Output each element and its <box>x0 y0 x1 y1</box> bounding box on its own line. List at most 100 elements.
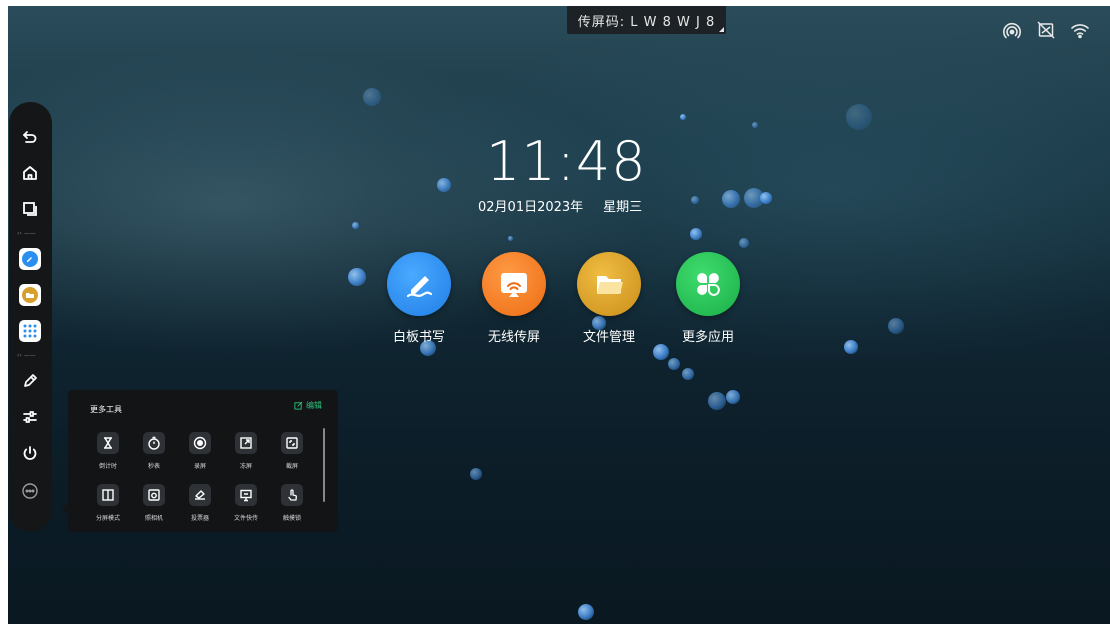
record-icon <box>193 436 207 450</box>
tool-freeze-screen-label: 冻屏 <box>239 463 252 470</box>
panel-scrollbar[interactable] <box>323 428 325 502</box>
app-file-manager-label: 文件管理 <box>582 330 635 345</box>
bokeh-decoration <box>352 222 359 229</box>
tool-split-screen-label: 分屏模式 <box>95 515 120 522</box>
app-more-apps-label: 更多应用 <box>681 330 734 345</box>
tool-vote-label: 投票器 <box>190 515 209 522</box>
edit-label: 编辑 <box>306 401 322 410</box>
multitask-button[interactable] <box>19 198 41 220</box>
bokeh-decoration <box>508 236 513 241</box>
bokeh-decoration <box>682 368 694 380</box>
clock-time: 11:48 <box>486 130 647 193</box>
bokeh-decoration <box>668 358 680 370</box>
tool-vote[interactable]: 投票器 <box>178 484 222 522</box>
folder-icon <box>577 252 641 316</box>
clock-date: 02月01日2023年 <box>478 200 584 215</box>
more-tools-icon <box>22 483 38 499</box>
pen-annotate-button[interactable] <box>19 370 41 392</box>
home-screen: 传屏码: L W 8 W J 8 11:48 02月01日2023年 星期三 白… <box>8 6 1110 624</box>
apps-grid-icon <box>23 324 37 338</box>
bokeh-decoration <box>844 340 858 354</box>
tool-record-screen[interactable]: 录屏 <box>178 432 222 470</box>
app-file-manager[interactable]: 文件管理 <box>569 252 649 345</box>
settings-sliders-icon <box>23 411 37 423</box>
home-icon <box>23 166 37 180</box>
tool-record-screen-label: 录屏 <box>193 463 206 470</box>
sidebar-whiteboard-app[interactable] <box>19 248 41 270</box>
bokeh-decoration <box>726 390 740 404</box>
screen-share-off-icon <box>1036 20 1056 40</box>
tool-touch-lock-label: 触摸锁 <box>282 515 301 522</box>
touch-lock-icon <box>288 489 297 501</box>
bokeh-decoration <box>680 114 686 120</box>
camera-icon <box>148 489 160 501</box>
tool-freeze-screen[interactable]: 冻屏 <box>224 432 268 470</box>
app-more-apps[interactable]: 更多应用 <box>668 252 748 345</box>
power-icon <box>23 446 37 460</box>
bokeh-decoration <box>653 344 669 360</box>
tool-countdown[interactable]: 倒计时 <box>86 432 130 470</box>
home-button[interactable] <box>19 162 41 184</box>
bokeh-decoration <box>437 178 451 192</box>
more-apps-clover-icon <box>676 252 740 316</box>
bokeh-decoration <box>739 238 749 248</box>
bokeh-decoration <box>348 268 366 286</box>
whiteboard-app-icon <box>22 251 38 267</box>
file-transfer-icon <box>240 489 252 502</box>
stopwatch-icon <box>148 436 160 450</box>
bokeh-decoration <box>760 192 772 204</box>
tool-stopwatch-label: 秒表 <box>147 463 160 470</box>
bokeh-decoration <box>691 196 699 204</box>
app-whiteboard[interactable]: 白板书写 <box>379 252 459 345</box>
cast-code-label: 传屏码: L W 8 W J 8 <box>577 14 716 30</box>
bokeh-decoration <box>722 190 740 208</box>
bokeh-decoration <box>888 318 904 334</box>
bokeh-decoration <box>752 122 758 128</box>
hotspot-icon <box>1002 20 1022 40</box>
bokeh-decoration <box>470 468 482 480</box>
tool-file-transfer[interactable]: 文件快传 <box>224 484 268 522</box>
edit-icon <box>294 401 303 410</box>
multitask-icon <box>23 202 37 216</box>
tool-screenshot-label: 截屏 <box>285 463 298 470</box>
tool-camera-label: 照相机 <box>144 515 163 522</box>
status-bar <box>1002 20 1090 40</box>
edit-button[interactable]: 编辑 <box>294 400 322 411</box>
pen-annotate-icon <box>24 374 37 387</box>
date-row: 02月01日2023年 星期三 <box>478 196 642 215</box>
bokeh-decoration <box>708 392 726 410</box>
screenshot-icon <box>286 437 298 449</box>
clock-weekday: 星期三 <box>603 200 643 215</box>
tool-split-screen[interactable]: 分屏模式 <box>86 484 130 522</box>
hourglass-icon <box>104 437 112 449</box>
tool-screenshot[interactable]: 截屏 <box>270 432 314 470</box>
bokeh-decoration <box>690 228 702 240</box>
power-button[interactable] <box>19 442 41 464</box>
more-tools-title: 更多工具 <box>90 405 122 414</box>
tool-touch-lock[interactable]: 触摸锁 <box>270 484 314 522</box>
file-manager-app-icon <box>22 287 38 303</box>
sidebar-divider: ‹‹ —— <box>17 230 36 237</box>
vote-icon <box>195 490 205 500</box>
tool-camera[interactable]: 照相机 <box>132 484 176 522</box>
tool-countdown-label: 倒计时 <box>98 463 117 470</box>
app-wireless-cast-label: 无线传屏 <box>487 330 540 345</box>
wifi-icon <box>1070 20 1090 40</box>
wireless-cast-icon <box>482 252 546 316</box>
bokeh-decoration <box>363 88 381 106</box>
sidebar-apps-grid[interactable] <box>19 320 41 342</box>
whiteboard-pen-icon <box>387 252 451 316</box>
corner-indicator-icon <box>719 27 724 32</box>
app-whiteboard-label: 白板书写 <box>392 330 445 345</box>
tool-file-transfer-label: 文件快传 <box>233 515 258 522</box>
split-screen-icon <box>102 489 114 501</box>
more-tools-panel: 更多工具 编辑 倒计时 秒表 录屏 冻屏 截屏 分屏模式 照相机 投票器 文件快… <box>68 390 338 532</box>
app-wireless-cast[interactable]: 无线传屏 <box>474 252 554 345</box>
back-button[interactable] <box>19 126 41 148</box>
sidebar-file-manager-app[interactable] <box>19 284 41 306</box>
settings-button[interactable] <box>19 406 41 428</box>
back-icon <box>23 131 37 143</box>
cast-code-banner[interactable]: 传屏码: L W 8 W J 8 <box>567 6 726 34</box>
more-tools-button[interactable] <box>19 480 41 502</box>
tool-stopwatch[interactable]: 秒表 <box>132 432 176 470</box>
